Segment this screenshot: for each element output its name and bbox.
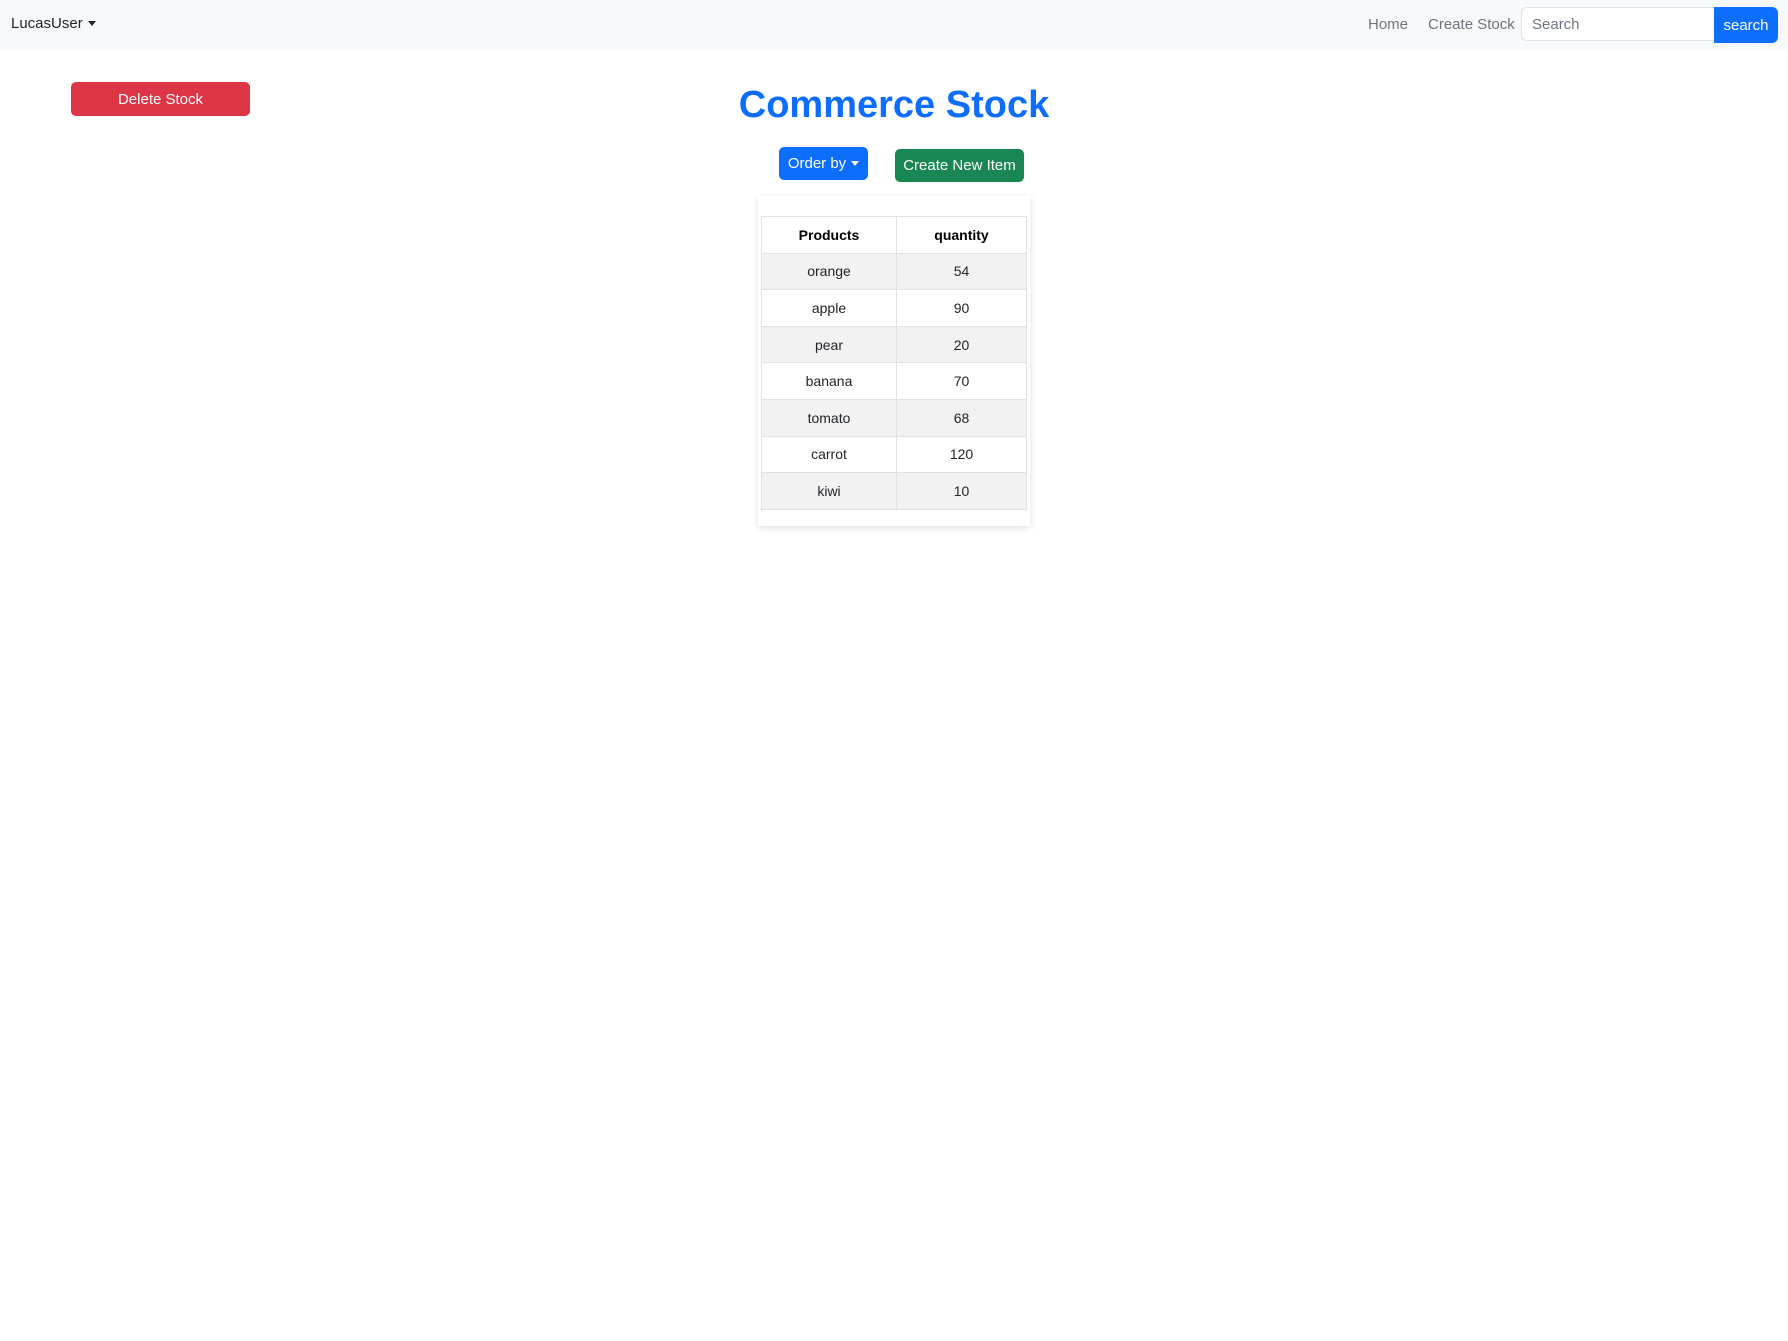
search-button[interactable]: search — [1714, 7, 1778, 43]
create-new-item-button[interactable]: Create New Item — [895, 149, 1024, 182]
stock-table-card: Products quantity orange 54 apple 90 pea… — [758, 196, 1030, 526]
page-title: Commerce Stock — [738, 84, 1050, 126]
table-row: kiwi 10 — [761, 472, 1027, 510]
table-row: apple 90 — [761, 289, 1027, 327]
nav-link-create-stock[interactable]: Create Stock — [1428, 16, 1515, 33]
nav-link-home[interactable]: Home — [1368, 16, 1408, 33]
order-by-label: Order by — [787, 155, 847, 172]
table-row: orange 54 — [761, 252, 1027, 291]
table-row: pear 20 — [761, 325, 1027, 364]
caret-down-icon — [851, 161, 860, 166]
table-header-row: Products quantity — [761, 216, 1027, 254]
product-cell: pear — [761, 325, 897, 364]
product-cell: tomato — [761, 398, 897, 437]
product-cell: apple — [761, 289, 897, 327]
quantity-cell: 54 — [896, 252, 1027, 291]
caret-down-icon — [87, 21, 96, 26]
product-cell: banana — [761, 362, 897, 400]
table-row: carrot 120 — [761, 435, 1027, 474]
quantity-cell: 90 — [896, 289, 1027, 327]
table-row: tomato 68 — [761, 398, 1027, 437]
user-menu-dropdown[interactable]: LucasUser — [11, 15, 96, 32]
order-by-dropdown-button[interactable]: Order by — [779, 147, 868, 180]
search-input[interactable] — [1521, 7, 1715, 41]
stock-table: Products quantity orange 54 apple 90 pea… — [761, 216, 1027, 510]
navbar: LucasUser Home Create Stock search — [0, 0, 1788, 50]
product-cell: orange — [761, 252, 897, 291]
user-name: LucasUser — [11, 15, 83, 32]
nav-links: Home Create Stock — [1368, 16, 1515, 33]
column-header-quantity: quantity — [896, 216, 1027, 254]
quantity-cell: 10 — [896, 472, 1027, 510]
table-row: banana 70 — [761, 362, 1027, 400]
quantity-cell: 70 — [896, 362, 1027, 400]
quantity-cell: 20 — [896, 325, 1027, 364]
quantity-cell: 120 — [896, 435, 1027, 474]
quantity-cell: 68 — [896, 398, 1027, 437]
column-header-products: Products — [761, 216, 897, 254]
product-cell: carrot — [761, 435, 897, 474]
product-cell: kiwi — [761, 472, 897, 510]
